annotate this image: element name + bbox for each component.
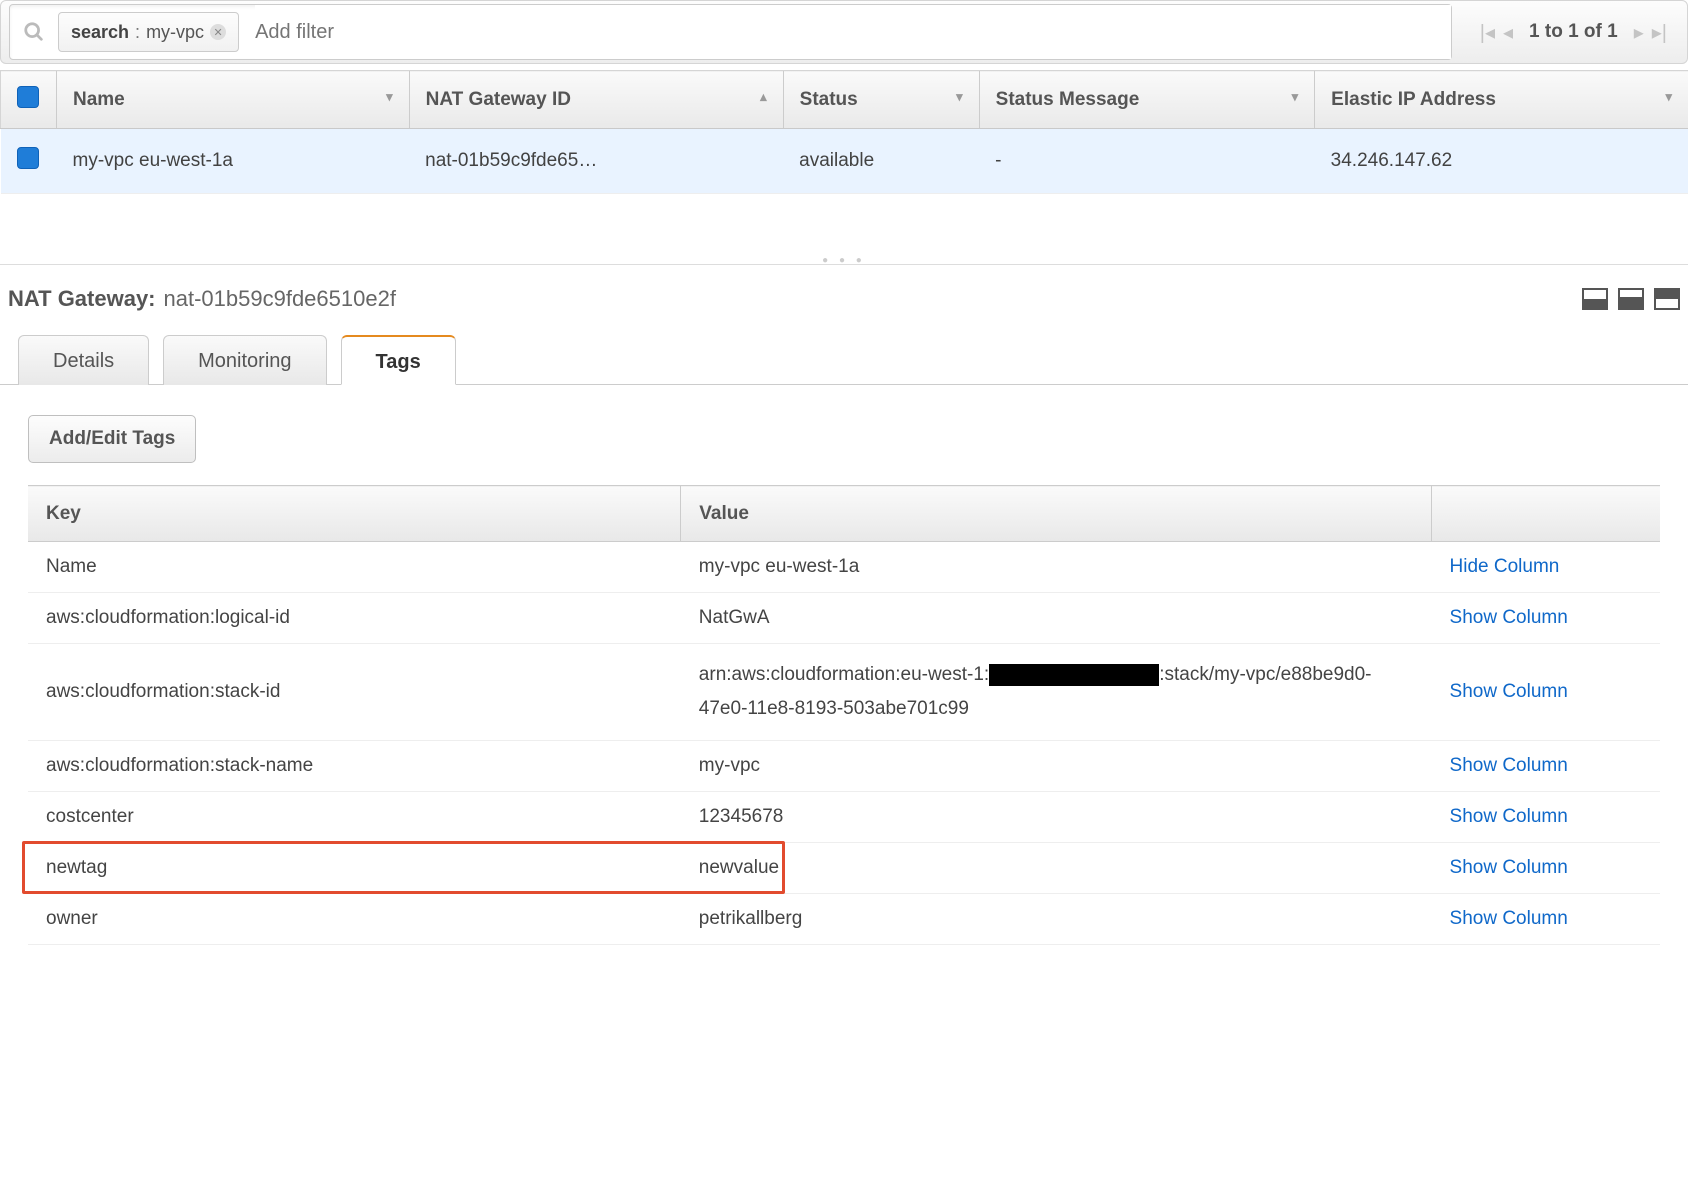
- tags-row: costcenter12345678 Show Column: [28, 792, 1660, 843]
- hide-column-link[interactable]: Hide Column: [1450, 556, 1560, 577]
- tags-table: Key Value Namemy-vpc eu-west-1a Hide Colu…: [28, 485, 1660, 945]
- prev-page-icon[interactable]: ◂: [1503, 20, 1513, 45]
- show-column-link[interactable]: Show Column: [1450, 857, 1568, 878]
- details-header: NAT Gateway: nat-01b59c9fde6510e2f: [0, 268, 1688, 334]
- filter-tag[interactable]: search : my-vpc ✕: [58, 12, 239, 52]
- checkbox-icon[interactable]: [17, 86, 39, 108]
- tag-action: Show Column: [1432, 593, 1660, 644]
- tag-key: costcenter: [28, 792, 681, 843]
- show-column-link[interactable]: Show Column: [1450, 607, 1568, 628]
- filter-tag-value: my-vpc: [146, 22, 204, 43]
- close-icon[interactable]: ✕: [210, 24, 226, 40]
- tag-action: Hide Column: [1432, 542, 1660, 593]
- tags-row: Namemy-vpc eu-west-1a Hide Column: [28, 542, 1660, 593]
- drag-handle-icon[interactable]: ● ● ●: [822, 255, 866, 266]
- tab-details[interactable]: Details: [18, 335, 149, 385]
- tags-panel: Add/Edit Tags Key Value Namemy-vpc eu-we…: [0, 385, 1688, 975]
- tags-table-header: Key Value: [28, 486, 1660, 542]
- show-column-link[interactable]: Show Column: [1450, 681, 1568, 702]
- sort-asc-icon: ▴: [760, 89, 767, 105]
- first-page-icon[interactable]: |◂: [1480, 20, 1495, 45]
- layout-bottom-icon[interactable]: [1582, 288, 1608, 310]
- tag-action: Show Column: [1432, 741, 1660, 792]
- tags-row: aws:cloudformation:logical-idNatGwA Show …: [28, 593, 1660, 644]
- cell-id: nat-01b59c9fde65…: [409, 129, 783, 194]
- add-edit-tags-button[interactable]: Add/Edit Tags: [28, 415, 196, 463]
- tag-action: Show Column: [1432, 644, 1660, 741]
- tag-action: Show Column: [1432, 894, 1660, 945]
- row-checkbox-cell[interactable]: [1, 129, 57, 194]
- tag-key: aws:cloudformation:logical-id: [28, 593, 681, 644]
- tag-action: Show Column: [1432, 843, 1660, 894]
- pager: |◂ ◂ 1 to 1 of 1 ▸ ▸|: [1460, 20, 1687, 45]
- cell-status-msg: -: [979, 129, 1315, 194]
- layout-split-icon[interactable]: [1618, 288, 1644, 310]
- tag-key: aws:cloudformation:stack-id: [28, 644, 681, 741]
- details-tabs: Details Monitoring Tags: [0, 334, 1688, 385]
- layout-top-icon[interactable]: [1654, 288, 1680, 310]
- col-status-msg[interactable]: Status Message▾: [979, 71, 1315, 129]
- tag-value: NatGwA: [681, 593, 1432, 644]
- tags-col-key[interactable]: Key: [28, 486, 681, 542]
- show-column-link[interactable]: Show Column: [1450, 755, 1568, 776]
- table-row[interactable]: my-vpc eu-west-1a nat-01b59c9fde65… avai…: [1, 129, 1688, 194]
- col-id[interactable]: NAT Gateway ID▴: [409, 71, 783, 129]
- search-box[interactable]: search : my-vpc ✕: [9, 4, 1452, 60]
- sort-icon: ▾: [1292, 89, 1299, 105]
- filter-tag-key: search: [71, 22, 129, 43]
- sort-icon: ▾: [1665, 89, 1672, 105]
- tag-value: my-vpc: [681, 741, 1432, 792]
- table-header-row: Name▾ NAT Gateway ID▴ Status▾ Status Mes…: [1, 71, 1688, 129]
- add-filter-input[interactable]: [255, 5, 1451, 59]
- cell-status: available: [783, 129, 979, 194]
- cell-eip[interactable]: 34.246.147.62: [1315, 129, 1688, 194]
- tab-tags[interactable]: Tags: [341, 335, 456, 385]
- sort-icon: ▾: [386, 89, 393, 105]
- tag-value: 12345678: [681, 792, 1432, 843]
- tag-key: newtag: [28, 843, 681, 894]
- filter-bar: search : my-vpc ✕ |◂ ◂ 1 to 1 of 1 ▸ ▸|: [0, 0, 1688, 64]
- tags-row: ownerpetrikallberg Show Column: [28, 894, 1660, 945]
- checkbox-icon[interactable]: [17, 147, 39, 169]
- tags-row: newtagnewvalue Show Column: [28, 843, 1660, 894]
- col-eip[interactable]: Elastic IP Address▾: [1315, 71, 1688, 129]
- tag-key: aws:cloudformation:stack-name: [28, 741, 681, 792]
- sort-icon: ▾: [956, 89, 963, 105]
- select-all-cell[interactable]: [1, 71, 57, 129]
- tag-value: my-vpc eu-west-1a: [681, 542, 1432, 593]
- show-column-link[interactable]: Show Column: [1450, 806, 1568, 827]
- tag-key: Name: [28, 542, 681, 593]
- tags-col-action: [1432, 486, 1660, 542]
- search-icon: [10, 21, 58, 43]
- tags-row: aws:cloudformation:stack-namemy-vpc Show …: [28, 741, 1660, 792]
- tab-monitoring[interactable]: Monitoring: [163, 335, 326, 385]
- tag-value: newvalue: [681, 843, 1432, 894]
- col-status[interactable]: Status▾: [783, 71, 979, 129]
- next-page-icon[interactable]: ▸: [1634, 20, 1644, 45]
- tags-row: aws:cloudformation:stack-idarn:aws:cloud…: [28, 644, 1660, 741]
- details-title-label: NAT Gateway:: [8, 286, 156, 312]
- pane-splitter[interactable]: ● ● ●: [0, 264, 1688, 268]
- tag-action: Show Column: [1432, 792, 1660, 843]
- tag-value: arn:aws:cloudformation:eu-west-1::stack/…: [681, 644, 1432, 741]
- details-title-id: nat-01b59c9fde6510e2f: [164, 286, 396, 312]
- tag-key: owner: [28, 894, 681, 945]
- layout-buttons: [1582, 288, 1680, 310]
- cell-name: my-vpc eu-west-1a: [57, 129, 410, 194]
- show-column-link[interactable]: Show Column: [1450, 908, 1568, 929]
- redacted-block: [989, 664, 1159, 686]
- pager-label: 1 to 1 of 1: [1521, 21, 1626, 43]
- tag-value: petrikallberg: [681, 894, 1432, 945]
- tags-col-value[interactable]: Value: [681, 486, 1432, 542]
- last-page-icon[interactable]: ▸|: [1652, 20, 1667, 45]
- nat-gateway-table: Name▾ NAT Gateway ID▴ Status▾ Status Mes…: [0, 70, 1688, 194]
- col-name[interactable]: Name▾: [57, 71, 410, 129]
